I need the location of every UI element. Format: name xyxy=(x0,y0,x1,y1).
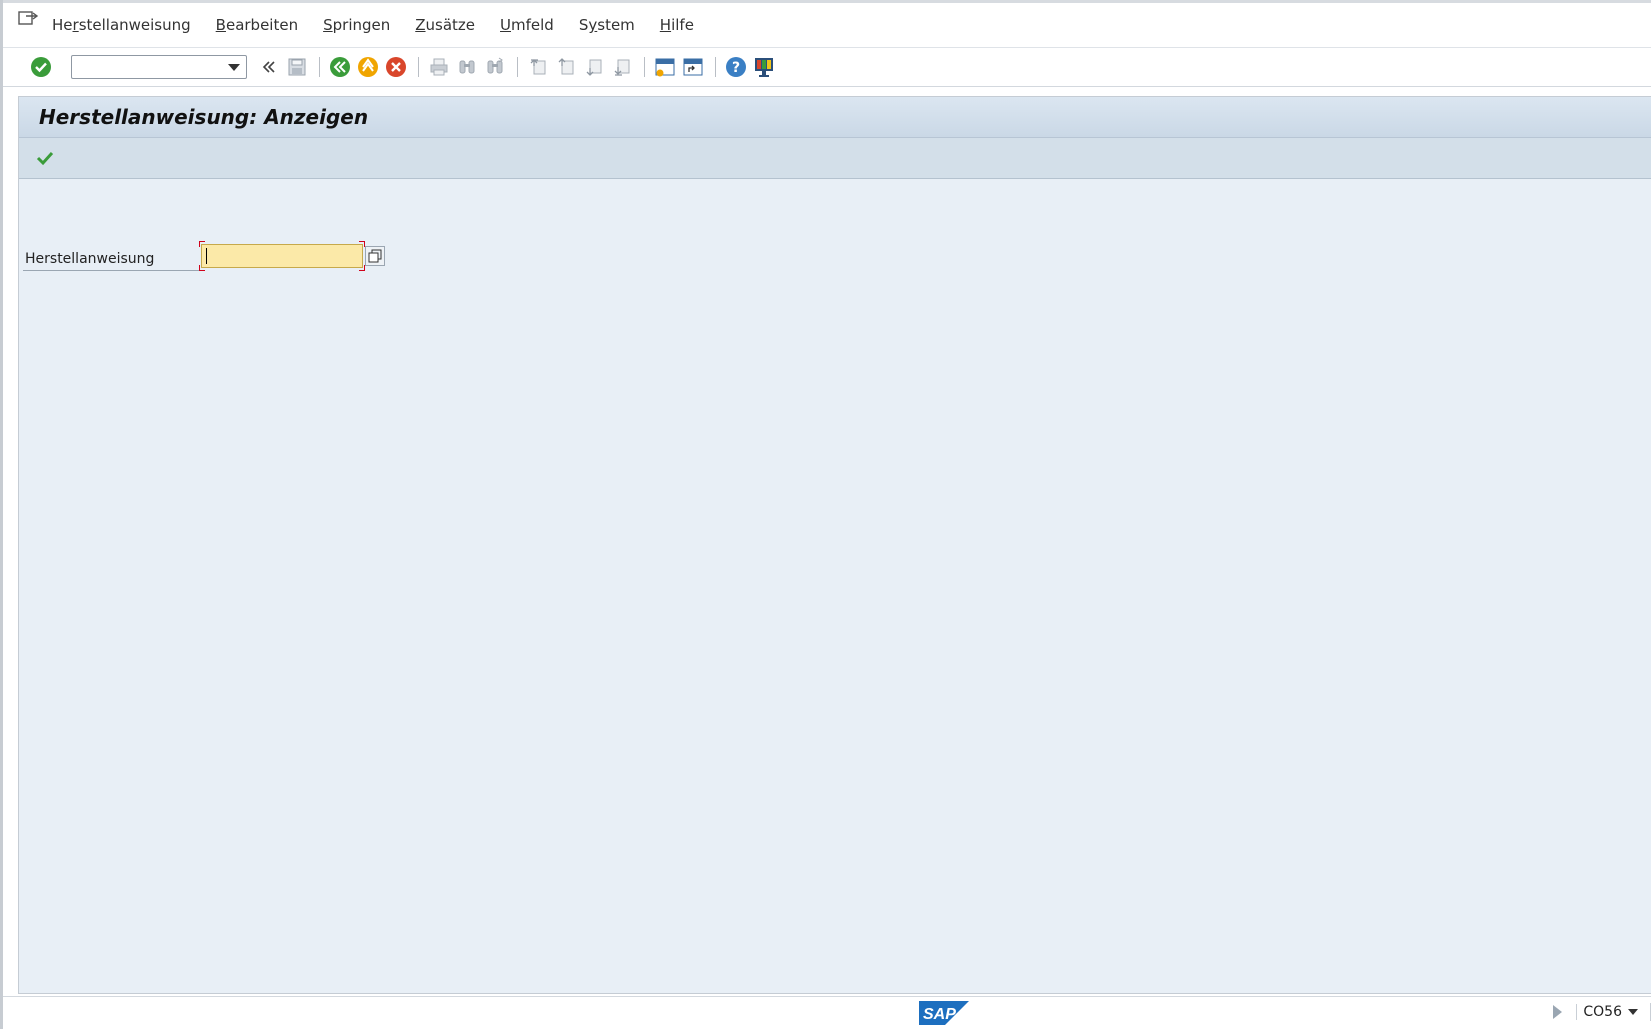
required-marker xyxy=(359,241,365,247)
help-icon[interactable]: ? xyxy=(724,55,748,79)
first-page-icon[interactable] xyxy=(526,55,550,79)
exit-icon[interactable] xyxy=(356,55,380,79)
transaction-code-field[interactable]: CO56 xyxy=(1576,1004,1638,1020)
screen-content: Herstellanweisung: Anzeigen Herstellanwe… xyxy=(18,96,1651,994)
menu-hilfe[interactable]: Hilfe xyxy=(660,16,694,34)
menu-zusaetze[interactable]: Zusätze xyxy=(415,16,475,34)
required-marker xyxy=(199,241,205,247)
enter-icon[interactable] xyxy=(29,55,53,79)
value-help-button[interactable] xyxy=(365,246,385,266)
find-icon[interactable] xyxy=(455,55,479,79)
last-page-icon[interactable] xyxy=(610,55,634,79)
save-icon[interactable] xyxy=(285,55,309,79)
toolbar-separator xyxy=(517,57,518,77)
back-double-arrow-icon[interactable] xyxy=(257,55,281,79)
menu-bearbeiten[interactable]: Bearbeiten xyxy=(216,16,298,34)
standard-toolbar: ? xyxy=(3,48,1651,87)
toolbar-separator xyxy=(418,57,419,77)
previous-page-icon[interactable] xyxy=(554,55,578,79)
chevron-down-icon[interactable] xyxy=(228,63,240,71)
print-icon[interactable] xyxy=(427,55,451,79)
herstellanweisung-input[interactable] xyxy=(201,244,363,268)
menu-umfeld[interactable]: Umfeld xyxy=(500,16,554,34)
status-bar: SAP CO56 xyxy=(3,996,1651,1029)
toolbar-separator xyxy=(715,57,716,77)
status-expand-icon[interactable] xyxy=(1553,1005,1563,1019)
required-marker xyxy=(359,265,365,271)
toolbar-separator xyxy=(644,57,645,77)
shortcut-icon[interactable] xyxy=(681,55,705,79)
find-next-icon[interactable] xyxy=(483,55,507,79)
chevron-down-icon[interactable] xyxy=(1628,1009,1638,1015)
transaction-code: CO56 xyxy=(1583,1004,1622,1020)
menu-herstellanweisung[interactable]: Herstellanweisung xyxy=(52,16,191,34)
command-input[interactable] xyxy=(74,56,228,78)
status-right-area: CO56 xyxy=(1553,1003,1651,1021)
svg-text:?: ? xyxy=(732,60,740,76)
application-toolbar xyxy=(19,138,1651,179)
command-field[interactable] xyxy=(71,55,247,79)
back-icon[interactable] xyxy=(328,55,352,79)
sap-window: Herstellanweisung Bearbeiten Springen Zu… xyxy=(0,0,1651,1029)
menu-bar: Herstellanweisung Bearbeiten Springen Zu… xyxy=(3,3,1651,48)
text-cursor xyxy=(206,248,207,264)
menu-system[interactable]: System xyxy=(579,16,635,34)
herstellanweisung-input-wrapper xyxy=(199,241,365,271)
screen-title-bar: Herstellanweisung: Anzeigen xyxy=(19,97,1651,138)
herstellanweisung-label: Herstellanweisung xyxy=(23,251,201,271)
menu-springen[interactable]: Springen xyxy=(323,16,390,34)
toolbar-separator xyxy=(319,57,320,77)
required-marker xyxy=(199,265,205,271)
page-title: Herstellanweisung: Anzeigen xyxy=(39,105,369,129)
next-page-icon[interactable] xyxy=(582,55,606,79)
menu-options-icon[interactable] xyxy=(18,10,40,28)
cancel-icon[interactable] xyxy=(384,55,408,79)
new-session-icon[interactable] xyxy=(653,55,677,79)
herstellanweisung-field-row: Herstellanweisung xyxy=(23,241,385,271)
svg-text:SAP: SAP xyxy=(923,1006,956,1023)
sap-logo: SAP xyxy=(919,1001,969,1025)
check-icon[interactable] xyxy=(33,146,57,170)
customize-layout-icon[interactable] xyxy=(752,55,776,79)
value-help-icon xyxy=(368,249,382,263)
